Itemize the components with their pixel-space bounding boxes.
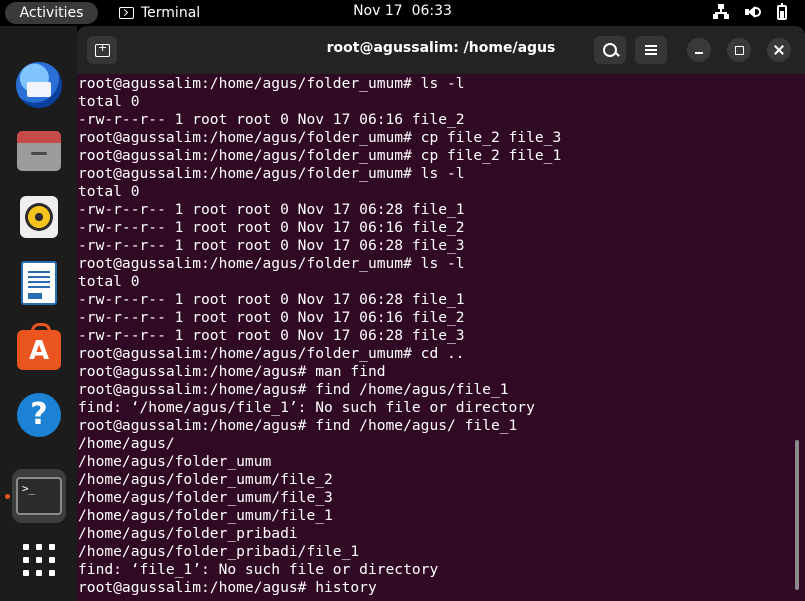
terminal-line: root@agussalim:/home/agus# find /home/ag… (78, 381, 509, 398)
running-indicator (5, 494, 10, 499)
terminal-line: root@agussalim:/home/agus# find /home/ag… (78, 417, 518, 434)
terminal-line: find: ‘file_1’: No such file or director… (78, 561, 439, 578)
terminal-line: total 0 (78, 273, 140, 290)
top-bar: Activities Terminal Nov 17 06:33 (0, 0, 805, 26)
menu-button[interactable] (635, 36, 667, 64)
terminal-line: /home/agus/folder_umum (78, 453, 272, 470)
terminal-icon (119, 7, 134, 19)
dock-item-files[interactable] (12, 124, 66, 178)
question-icon: ? (17, 393, 61, 437)
terminal-line: /home/agus/folder_pribadi/file_1 (78, 543, 360, 560)
terminal-line: root@agussalim:/home/agus/folder_umum# l… (78, 75, 465, 92)
terminal-line: total 0 (78, 93, 140, 110)
dock-item-libreoffice-writer[interactable] (12, 256, 66, 310)
document-icon (21, 261, 57, 305)
terminal-line: root@agussalim:/home/agus/folder_umum# c… (78, 345, 465, 362)
dock-item-ubuntu-software[interactable]: A (12, 323, 66, 377)
app-menu[interactable]: Terminal (119, 3, 200, 23)
terminal-line: find: ‘/home/agus/file_1’: No such file … (78, 399, 535, 416)
clock-date: Nov 17 (353, 3, 403, 19)
terminal-line: -rw-r--r-- 1 root root 0 Nov 17 06:28 fi… (78, 237, 465, 254)
terminal-line: root@agussalim:/home/agus/folder_umum# l… (78, 255, 465, 272)
dock: A ? >_ (0, 26, 77, 601)
dock-item-terminal[interactable]: >_ (12, 469, 66, 523)
terminal-line: -rw-r--r-- 1 root root 0 Nov 17 06:16 fi… (78, 309, 465, 326)
terminal-line: -rw-r--r-- 1 root root 0 Nov 17 06:16 fi… (78, 111, 465, 128)
clock-time: 06:33 (411, 3, 452, 19)
network-icon[interactable] (713, 4, 729, 20)
search-button[interactable] (594, 36, 626, 64)
terminal-line: root@agussalim:/home/agus/folder_umum# c… (78, 129, 562, 146)
app-menu-label: Terminal (141, 5, 201, 21)
minimize-button[interactable] (687, 38, 711, 62)
dock-item-thunderbird[interactable] (12, 58, 66, 112)
store-bag-icon: A (17, 323, 61, 370)
activities-button[interactable]: Activities (5, 2, 98, 24)
terminal-line: root@agussalim:/home/agus/folder_umum# c… (78, 147, 562, 164)
terminal-line: /home/agus/ (78, 435, 175, 452)
app-grid-icon (23, 544, 55, 576)
close-button[interactable] (767, 38, 791, 62)
terminal-line: -rw-r--r-- 1 root root 0 Nov 17 06:28 fi… (78, 327, 465, 344)
scrollbar[interactable] (795, 440, 799, 590)
folder-icon (17, 131, 61, 171)
terminal-line: -rw-r--r-- 1 root root 0 Nov 17 06:28 fi… (78, 201, 465, 218)
new-tab-button[interactable] (87, 36, 117, 64)
dock-item-help[interactable]: ? (12, 388, 66, 442)
terminal-line: root@agussalim:/home/agus# man find (78, 363, 386, 380)
speaker-icon (20, 196, 58, 238)
terminal-output[interactable]: root@agussalim:/home/agus/folder_umum# l… (77, 74, 795, 601)
system-tray[interactable] (713, 2, 787, 20)
thunderbird-icon (16, 62, 62, 108)
clock-button[interactable]: Nov 17 06:33 (353, 3, 452, 19)
show-applications-button[interactable] (12, 533, 66, 587)
dock-item-rhythmbox[interactable] (12, 190, 66, 244)
terminal-line: -rw-r--r-- 1 root root 0 Nov 17 06:16 fi… (78, 219, 465, 236)
terminal-window: root@agussalim: /home/agus root@agussali… (77, 26, 805, 601)
terminal-icon: >_ (16, 477, 62, 515)
battery-icon[interactable] (777, 2, 787, 20)
terminal-line: /home/agus/folder_umum/file_2 (78, 471, 333, 488)
terminal-line: root@agussalim:/home/agus# history (78, 579, 377, 596)
maximize-button[interactable] (727, 38, 751, 62)
terminal-line: /home/agus/folder_umum/file_3 (78, 489, 333, 506)
terminal-line: total 0 (78, 183, 140, 200)
header-bar[interactable]: root@agussalim: /home/agus (77, 26, 805, 74)
terminal-line: /home/agus/folder_umum/file_1 (78, 507, 333, 524)
volume-icon[interactable] (745, 4, 761, 20)
terminal-line: -rw-r--r-- 1 root root 0 Nov 17 06:28 fi… (78, 291, 465, 308)
terminal-line: /home/agus/folder_pribadi (78, 525, 298, 542)
terminal-line: root@agussalim:/home/agus/folder_umum# l… (78, 165, 465, 182)
